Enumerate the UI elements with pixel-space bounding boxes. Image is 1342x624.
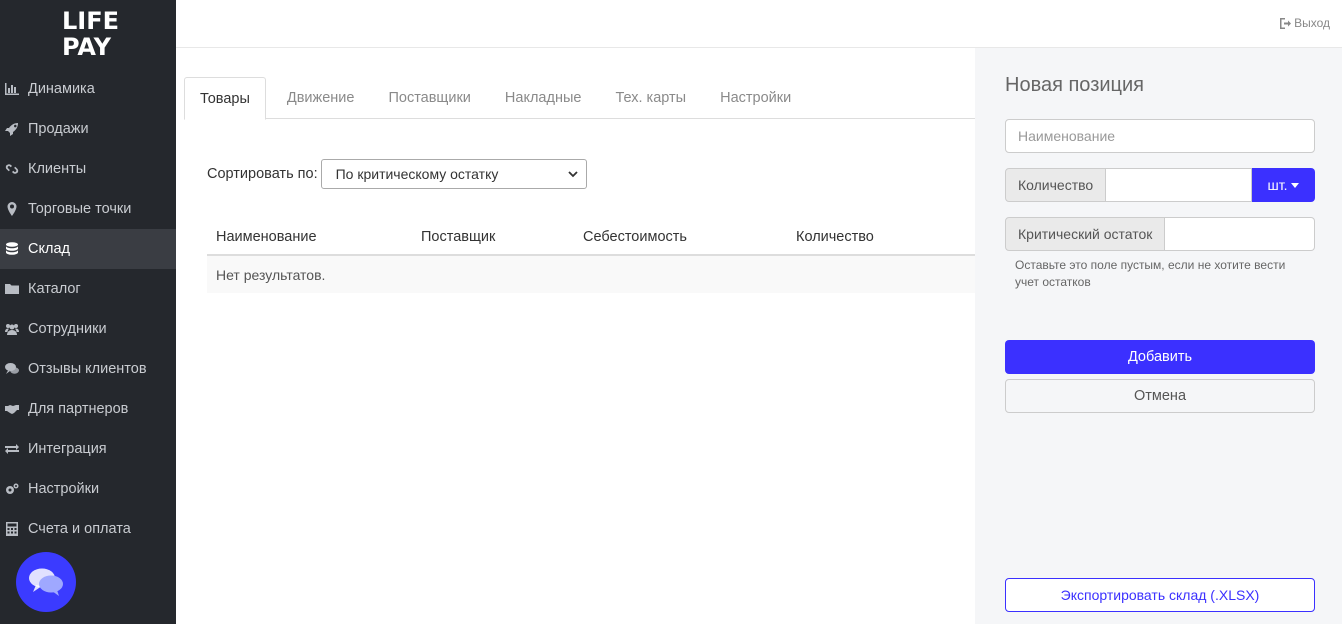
caret-down-icon [1291, 182, 1300, 188]
users-icon [0, 322, 28, 336]
critical-stock-input[interactable] [1165, 217, 1315, 251]
bar-chart-icon [0, 82, 28, 96]
tab-suppliers[interactable]: Поставщики [371, 77, 487, 119]
logout-link[interactable]: Выход [1279, 16, 1330, 30]
calculator-icon [0, 522, 28, 536]
quantity-group: Количество шт. [1005, 168, 1315, 202]
top-bar: Выход [176, 0, 1342, 48]
sidebar-item-clients[interactable]: Клиенты [0, 149, 176, 189]
table-row-empty: Нет результатов. [207, 256, 975, 293]
sort-label: Сортировать по: [207, 166, 318, 182]
empty-results-text: Нет результатов. [216, 266, 326, 283]
sidebar-item-label: Торговые точки [28, 201, 132, 217]
sidebar-item-label: Продажи [28, 121, 89, 137]
sidebar-item-label: Динамика [28, 81, 95, 97]
sort-selected-value: По критическому остатку [335, 166, 499, 182]
name-input[interactable]: Наименование [1005, 119, 1315, 153]
warehouse-tabs: Товары Движение Поставщики Накладные Тех… [184, 77, 975, 120]
sidebar-item-sales[interactable]: Продажи [0, 109, 176, 149]
link-icon [0, 162, 28, 176]
map-marker-icon [0, 202, 28, 216]
tab-products[interactable]: Товары [184, 77, 266, 120]
tab-settings[interactable]: Настройки [703, 77, 808, 119]
cogs-icon [0, 482, 28, 496]
critical-stock-group: Критический остаток [1005, 217, 1315, 251]
sidebar-item-label: Отзывы клиентов [28, 361, 147, 377]
column-header-cost[interactable]: Себестоимость [583, 229, 687, 245]
sort-select[interactable]: По критическому остатку [320, 159, 587, 189]
sidebar: LIFE PAY Динамика Продажи Клиенты Торгов… [0, 0, 176, 624]
critical-stock-hint: Оставьте это поле пустым, если не хотите… [1015, 258, 1286, 289]
sort-row: Сортировать по: По критическому остатку [207, 159, 587, 189]
chevron-down-icon [567, 170, 578, 177]
column-header-supplier[interactable]: Поставщик [421, 229, 495, 245]
sidebar-item-dynamics[interactable]: Динамика [0, 69, 176, 109]
quantity-input[interactable] [1106, 168, 1252, 202]
logout-label: Выход [1294, 16, 1330, 30]
export-xlsx-button[interactable]: Экспортировать склад (.XLSX) [1005, 578, 1315, 612]
sidebar-item-label: Настройки [28, 481, 100, 497]
sidebar-item-catalog[interactable]: Каталог [0, 269, 176, 309]
sidebar-nav: Динамика Продажи Клиенты Торговые точки … [0, 69, 176, 549]
sidebar-item-reviews[interactable]: Отзывы клиентов [0, 349, 176, 389]
unit-dropdown-button[interactable]: шт. [1252, 168, 1315, 202]
lifepay-logo[interactable]: LIFE PAY [62, 8, 122, 60]
products-table: Наименование Поставщик Себестоимость Кол… [207, 220, 975, 293]
sidebar-item-label: Для партнеров [28, 401, 129, 417]
quantity-label: Количество [1005, 168, 1107, 202]
chat-icon [29, 568, 63, 596]
comments-icon [0, 362, 28, 376]
tab-tech-cards[interactable]: Тех. карты [598, 77, 703, 119]
tab-movement[interactable]: Движение [270, 77, 372, 119]
table-header: Наименование Поставщик Себестоимость Кол… [207, 220, 975, 256]
sidebar-item-label: Склад [28, 241, 70, 257]
handshake-icon [0, 402, 28, 416]
exchange-icon [0, 442, 28, 456]
sidebar-item-settings[interactable]: Настройки [0, 469, 176, 509]
critical-stock-label: Критический остаток [1005, 217, 1166, 251]
add-button[interactable]: Добавить [1005, 340, 1315, 374]
sidebar-item-label: Сотрудники [28, 321, 107, 337]
logo-line-1: LIFE [62, 7, 120, 35]
sidebar-item-integration[interactable]: Интеграция [0, 429, 176, 469]
sidebar-item-employees[interactable]: Сотрудники [0, 309, 176, 349]
sidebar-item-label: Клиенты [28, 161, 87, 177]
rocket-icon [0, 122, 28, 136]
sidebar-item-label: Каталог [28, 281, 81, 297]
cancel-button[interactable]: Отмена [1005, 379, 1315, 413]
sidebar-item-warehouse[interactable]: Склад [0, 229, 176, 269]
name-input-placeholder: Наименование [1018, 128, 1116, 144]
sidebar-item-partners[interactable]: Для партнеров [0, 389, 176, 429]
new-item-panel: Новая позиция Наименование Количество шт… [975, 48, 1342, 624]
sidebar-item-billing[interactable]: Счета и оплата [0, 509, 176, 549]
database-icon [0, 242, 28, 256]
tab-invoices[interactable]: Накладные [488, 77, 599, 119]
main-content: Товары Движение Поставщики Накладные Тех… [176, 48, 975, 624]
panel-title: Новая позиция [1005, 74, 1145, 96]
sidebar-item-label: Интеграция [28, 441, 107, 457]
folder-icon [0, 282, 28, 296]
chat-widget-button[interactable] [16, 552, 76, 612]
sidebar-item-stores[interactable]: Торговые точки [0, 189, 176, 229]
sign-out-icon [1280, 17, 1292, 29]
column-header-name[interactable]: Наименование [216, 229, 317, 245]
logo-line-2: PAY [62, 33, 112, 61]
unit-label: шт. [1267, 177, 1288, 193]
sidebar-item-label: Счета и оплата [28, 521, 131, 537]
column-header-quantity[interactable]: Количество [796, 229, 874, 245]
